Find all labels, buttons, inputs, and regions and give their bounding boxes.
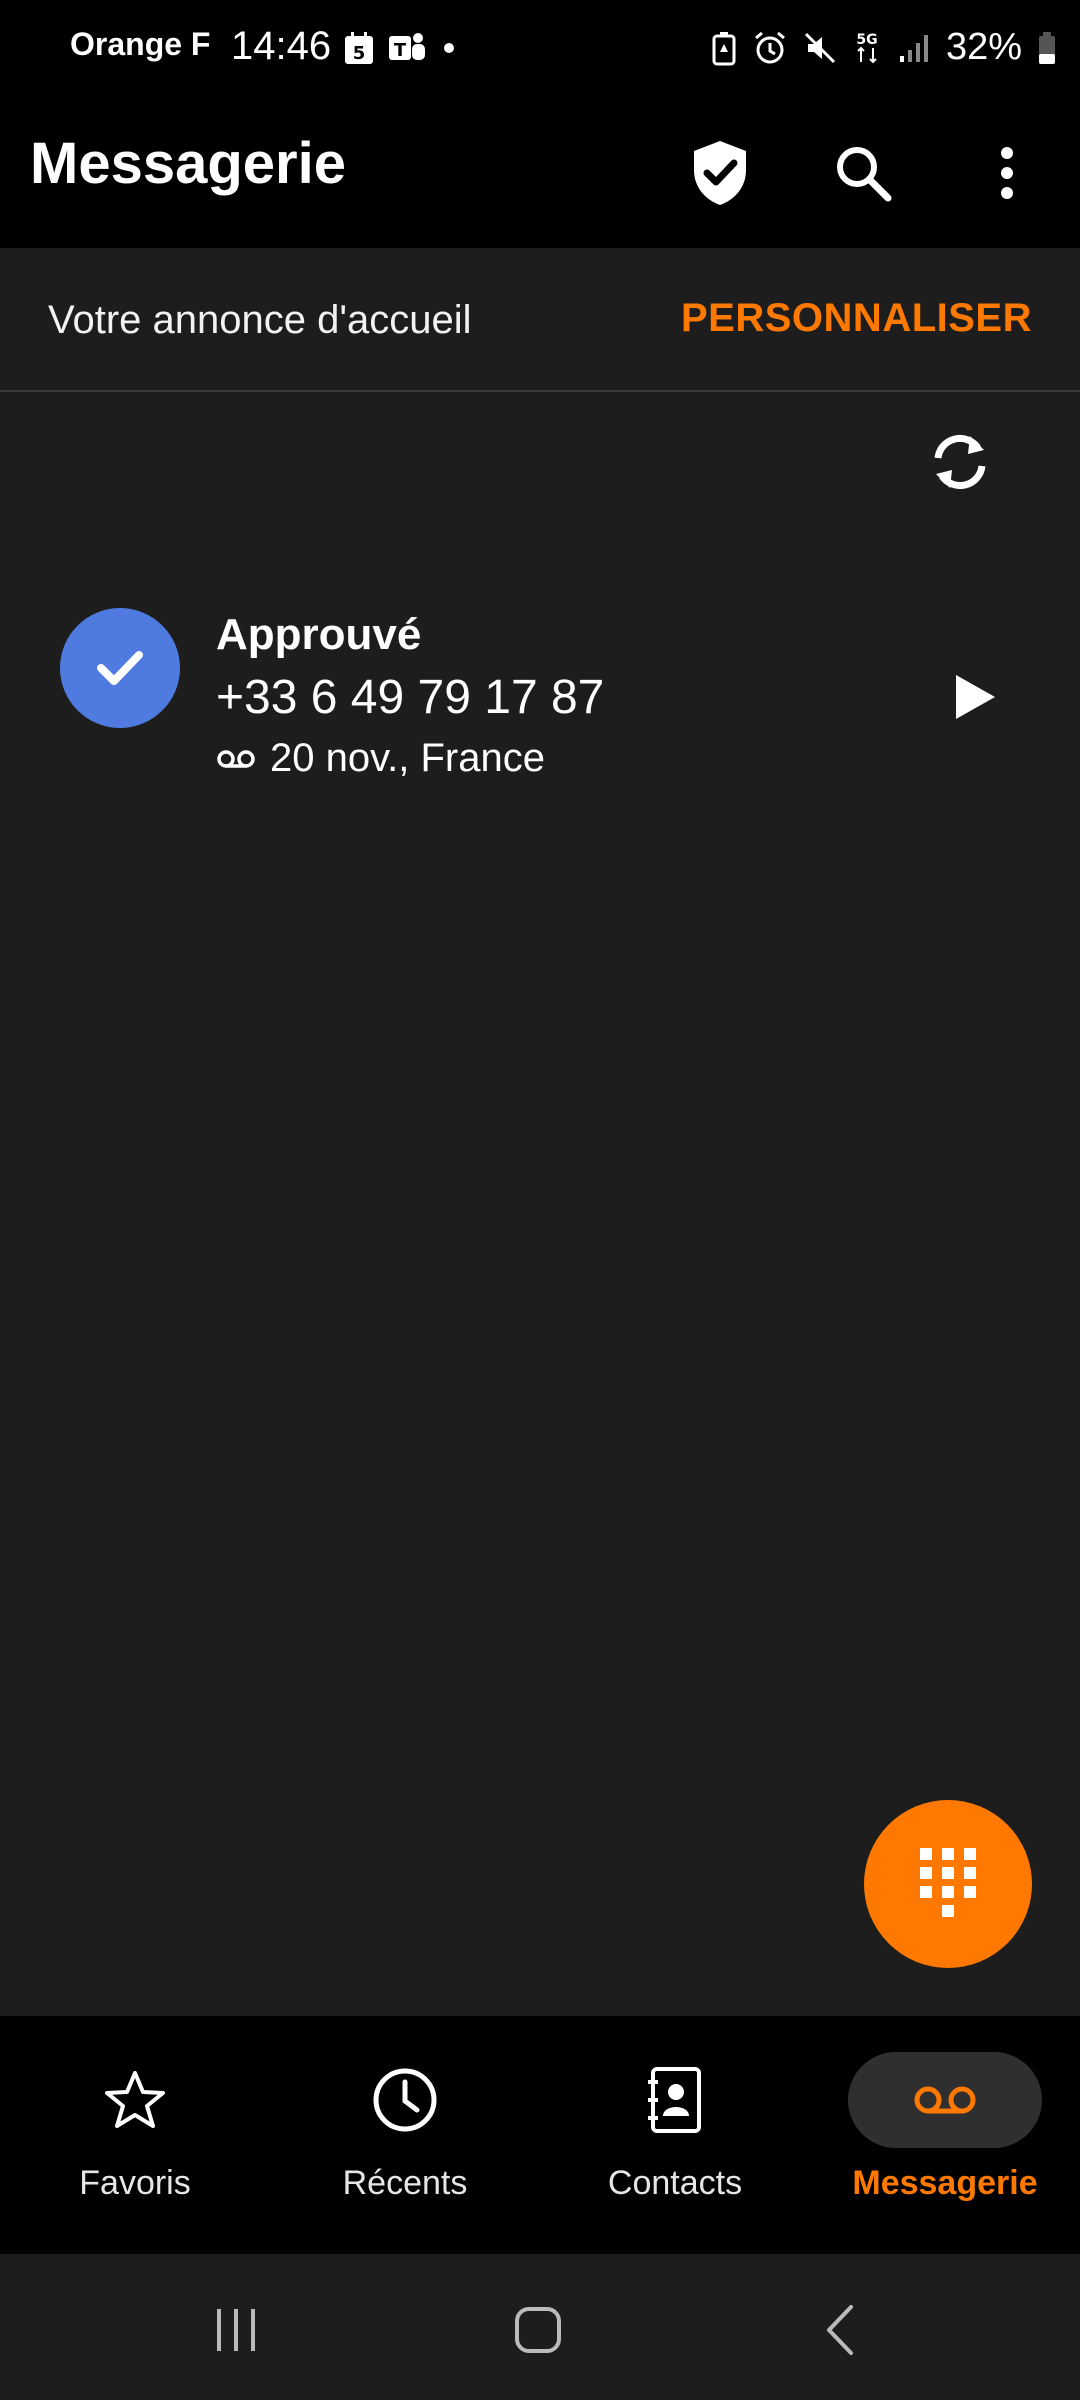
message-status: Approuvé xyxy=(216,610,422,659)
avatar xyxy=(60,608,180,728)
star-icon xyxy=(105,2071,165,2128)
greeting-label: Votre annonce d'accueil xyxy=(48,298,472,342)
battery-percent: 32% xyxy=(945,26,1022,68)
clock-icon xyxy=(373,2068,437,2132)
spam-protection-button[interactable] xyxy=(675,128,765,218)
svg-text:5G: 5G xyxy=(856,32,877,48)
network-5g-icon: 5G xyxy=(856,32,878,63)
greeting-row: Votre annonce d'accueil PERSONNALISER xyxy=(0,248,1080,392)
teams-icon: T xyxy=(389,33,425,61)
bottom-navigation: Favoris Récents Contacts Messagerie xyxy=(0,2016,1080,2254)
status-bar: Orange F 14:46 5 T 5G 32% xyxy=(0,0,1080,100)
dialpad-icon xyxy=(920,1848,976,1917)
calendar-icon: 5 xyxy=(345,32,373,64)
svg-text:5: 5 xyxy=(353,43,366,64)
battery-saver-icon xyxy=(712,31,736,65)
nav-label-recents: Récents xyxy=(342,2164,468,2202)
alarm-icon xyxy=(754,31,785,63)
contacts-icon xyxy=(648,2067,701,2133)
svg-text:T: T xyxy=(394,40,407,61)
search-button[interactable] xyxy=(818,128,908,218)
battery-icon xyxy=(1039,31,1055,64)
refresh-icon xyxy=(934,435,986,489)
back-button[interactable] xyxy=(800,2290,880,2370)
more-options-button[interactable] xyxy=(962,128,1052,218)
nav-item-contacts[interactable]: Contacts xyxy=(540,2016,810,2254)
voicemail-icon xyxy=(914,2086,976,2114)
system-icons: 5G 32% xyxy=(710,26,1058,69)
app-bar: Messagerie xyxy=(0,100,1080,248)
more-vert-icon xyxy=(1001,147,1013,199)
nav-item-favoris[interactable]: Favoris xyxy=(0,2016,270,2254)
mute-icon xyxy=(804,32,835,63)
nav-label-messagerie: Messagerie xyxy=(852,2164,1038,2202)
nav-item-messagerie[interactable]: Messagerie xyxy=(810,2016,1080,2254)
play-icon xyxy=(956,675,995,719)
voicemail-icon xyxy=(217,749,255,768)
nav-label-contacts: Contacts xyxy=(607,2164,743,2202)
message-date-location: 20 nov., France xyxy=(270,736,545,780)
dot-icon xyxy=(444,43,454,53)
dialpad-button[interactable] xyxy=(864,1800,1032,1968)
back-icon xyxy=(827,2305,853,2355)
recent-apps-button[interactable] xyxy=(196,2290,276,2370)
caller-number: +33 6 49 79 17 87 xyxy=(216,671,605,724)
carrier-label: Orange F xyxy=(70,26,211,62)
page-title: Messagerie xyxy=(30,131,346,196)
clock: 14:46 xyxy=(231,24,332,68)
home-button[interactable] xyxy=(498,2290,578,2370)
shield-check-icon xyxy=(694,141,746,205)
notification-icons: 5 T xyxy=(343,30,459,66)
voicemail-list-item[interactable]: Approuvé +33 6 49 79 17 87 20 nov., Fran… xyxy=(0,590,1080,800)
search-icon xyxy=(837,147,892,202)
nav-item-recents[interactable]: Récents xyxy=(270,2016,540,2254)
recent-apps-icon xyxy=(217,2309,255,2351)
system-navigation-bar xyxy=(0,2254,1080,2400)
home-icon xyxy=(515,2307,561,2353)
personalize-button[interactable]: PERSONNALISER xyxy=(681,296,1032,341)
message-meta: 20 nov., France xyxy=(216,736,545,781)
refresh-button[interactable] xyxy=(920,422,1000,502)
nav-label-favoris: Favoris xyxy=(79,2164,191,2202)
signal-icon xyxy=(899,34,928,62)
play-button[interactable] xyxy=(940,662,1010,732)
check-icon xyxy=(97,651,143,685)
